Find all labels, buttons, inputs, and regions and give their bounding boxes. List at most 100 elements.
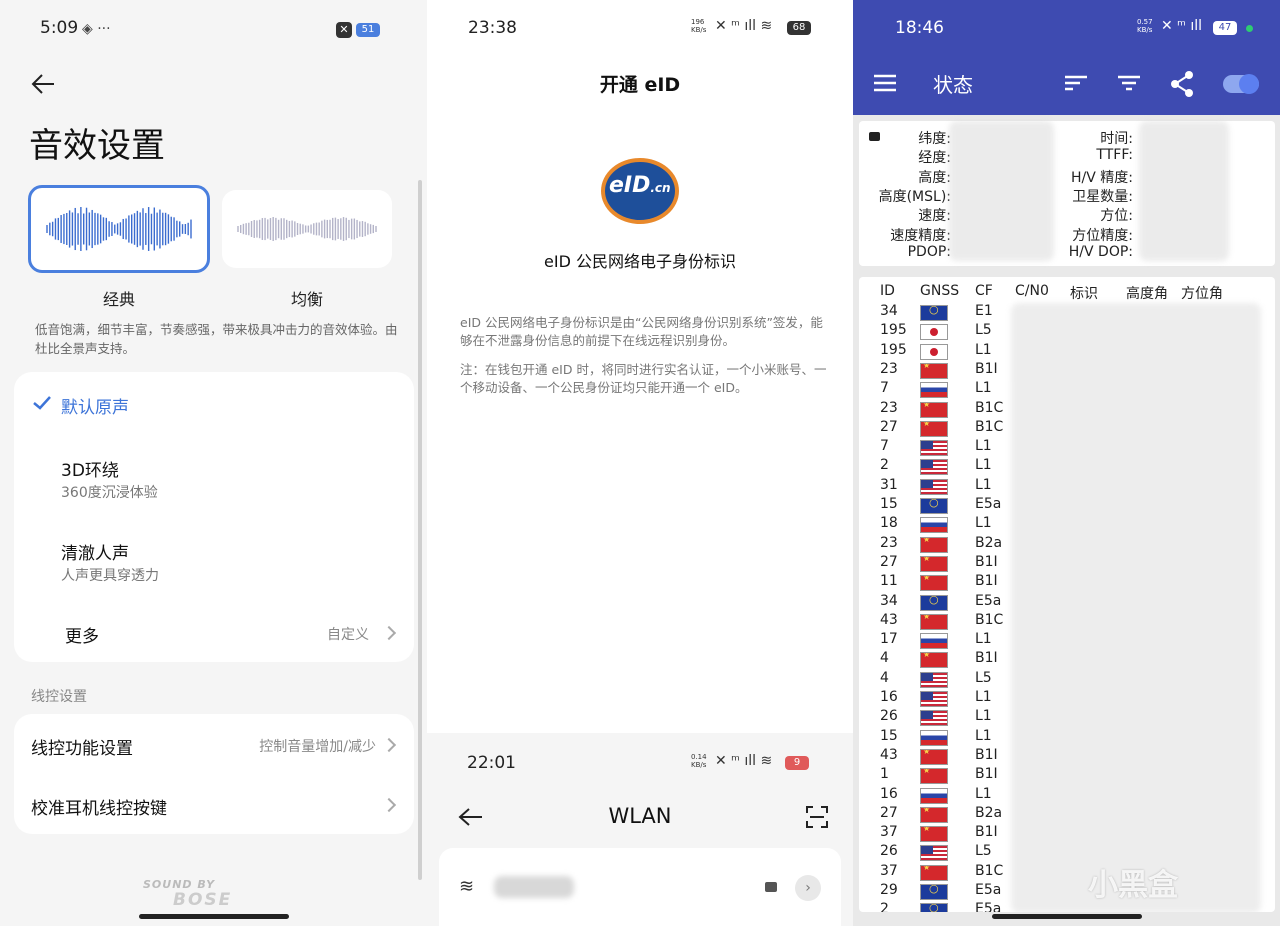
carrier-frequency: B1C <box>975 611 1004 628</box>
page-title: 音效设置 <box>29 126 165 166</box>
us-flag-icon <box>920 671 948 688</box>
option-3d-surround[interactable]: 3D环绕 360度沉浸体验 <box>14 447 414 507</box>
carrier-frequency: B1C <box>975 418 1004 435</box>
satellite-id: 37 <box>880 824 898 841</box>
satellite-id: 1 <box>880 766 889 783</box>
satellite-id: 27 <box>880 418 898 435</box>
table-header[interactable]: GNSS <box>920 283 959 299</box>
sort-icon[interactable] <box>1065 75 1087 91</box>
jp-flag-icon <box>920 324 948 341</box>
scan-icon[interactable] <box>806 806 828 828</box>
carrier-frequency: E5a <box>975 592 1002 609</box>
table-header[interactable]: ID <box>880 283 895 299</box>
network-name-redacted <box>494 876 574 898</box>
satellite-id: 18 <box>880 515 898 532</box>
mode-card-balanced[interactable] <box>222 190 392 268</box>
eu-flag-icon <box>920 305 948 321</box>
satellite-id: 4 <box>880 669 889 686</box>
status-time: 5:09 <box>40 18 79 38</box>
carrier-frequency: L1 <box>975 341 992 358</box>
satellite-id: 17 <box>880 631 898 648</box>
table-header[interactable]: 高度角 <box>1126 283 1168 303</box>
filter-icon[interactable] <box>1118 75 1140 91</box>
mode-card-classic[interactable] <box>28 185 210 273</box>
carrier-frequency: L5 <box>975 322 992 339</box>
net-speed: 196 KB/s <box>691 18 707 34</box>
eid-logo: eID.cn <box>601 158 679 224</box>
wire-calibrate-row[interactable]: 校准耳机线控按键 <box>14 774 414 834</box>
carrier-frequency: L1 <box>975 476 992 493</box>
satellite-id: 16 <box>880 689 898 705</box>
eu-flag-icon <box>920 903 948 912</box>
table-header[interactable]: 方位角 <box>1181 283 1223 303</box>
table-header[interactable]: CF <box>975 283 993 299</box>
mode-label-classic: 经典 <box>102 290 135 309</box>
carrier-frequency: E5a <box>975 496 1002 512</box>
location-info-card: 纬度: 经度: 高度: 高度(MSL): 速度: 速度精度: PDOP: 时间: TTFF: H… <box>859 121 1275 266</box>
carrier-frequency: B1C <box>975 399 1004 416</box>
carrier-frequency: B1I <box>975 553 998 570</box>
eu-flag-icon <box>920 594 948 611</box>
home-indicator[interactable] <box>139 914 289 919</box>
back-arrow-icon[interactable] <box>30 70 58 98</box>
gps-status-screen: 18:46 0.57 KB/s ✕ ᵐ ıll 47 状态 纬度: 经度: 高度: 高… <box>853 0 1280 926</box>
status-extra: ◈ ··· <box>82 21 111 37</box>
ru-flag-icon <box>920 382 948 399</box>
carrier-frequency: B1I <box>975 573 998 590</box>
carrier-frequency: L1 <box>975 438 992 455</box>
satellite-id: 34 <box>880 592 898 609</box>
info-label: 纬度: <box>918 131 951 147</box>
info-label: 速度: <box>918 208 951 225</box>
ru-flag-icon <box>920 787 948 804</box>
table-header[interactable]: C/N0 <box>1015 283 1049 299</box>
wifi-network-row[interactable]: ≋ › <box>439 848 841 926</box>
eid-logo-suffix: .cn <box>650 181 671 195</box>
satellite-id: 16 <box>880 785 898 802</box>
cn-flag-icon <box>920 806 948 823</box>
ru-flag-icon <box>920 517 948 534</box>
carrier-frequency: L1 <box>975 708 992 725</box>
menu-icon[interactable] <box>874 74 896 92</box>
home-indicator[interactable] <box>992 914 1142 919</box>
option-more-label: 更多 <box>65 627 99 647</box>
option-more-value: 自定义 <box>327 627 369 643</box>
net-speed: 0.14 KB/s <box>691 753 707 769</box>
satellite-id: 2 <box>880 901 889 912</box>
table-header[interactable]: 标识 <box>1070 283 1098 303</box>
carrier-frequency: B1I <box>975 766 998 783</box>
option-clear-voice[interactable]: 清澈人声 人声更具穿透力 <box>14 530 414 590</box>
battery-icon: ✕ 51 <box>336 22 382 38</box>
cn-flag-icon <box>920 652 948 669</box>
carrier-frequency: L1 <box>975 380 992 397</box>
status-time: 22:01 <box>467 753 516 773</box>
toggle-switch[interactable] <box>1223 74 1259 94</box>
wire-function-row[interactable]: 线控功能设置 控制音量增加/减少 <box>14 714 414 774</box>
section-label-wire: 线控设置 <box>31 689 87 705</box>
info-arrow-icon[interactable]: › <box>795 875 821 901</box>
satellite-id: 26 <box>880 843 898 860</box>
option-default[interactable]: 默认原声 <box>14 372 414 432</box>
satellite-id: 43 <box>880 611 898 628</box>
mode-label-balanced: 均衡 <box>290 290 323 309</box>
option-more[interactable]: 更多 自定义 <box>14 612 414 652</box>
cn-flag-icon <box>920 536 948 553</box>
satellite-id: 7 <box>880 380 889 397</box>
wifi-signal-icon: ≋ <box>459 876 475 897</box>
us-flag-icon <box>920 478 948 495</box>
carrier-frequency: B1I <box>975 746 998 763</box>
scrollbar[interactable] <box>418 180 422 880</box>
cn-flag-icon <box>920 864 948 881</box>
chevron-right-icon <box>381 797 397 813</box>
carrier-frequency: B2a <box>975 534 1003 551</box>
satellite-id: 37 <box>880 862 898 879</box>
eid-page: 23:38 196 KB/s ✕ ᵐ ıll ≋ 68 开通 eID eID.c… <box>427 0 853 733</box>
carrier-frequency: B1I <box>975 650 998 667</box>
us-flag-icon <box>920 691 948 707</box>
values-redacted-right <box>1139 121 1229 261</box>
eu-flag-icon <box>920 884 948 900</box>
cn-flag-icon <box>920 768 948 785</box>
signal-icons: ✕ ᵐ ıll <box>1161 18 1203 34</box>
share-icon[interactable] <box>1170 71 1194 97</box>
battery-level: 9 <box>785 756 809 770</box>
page-title: 开通 eID <box>599 74 681 96</box>
